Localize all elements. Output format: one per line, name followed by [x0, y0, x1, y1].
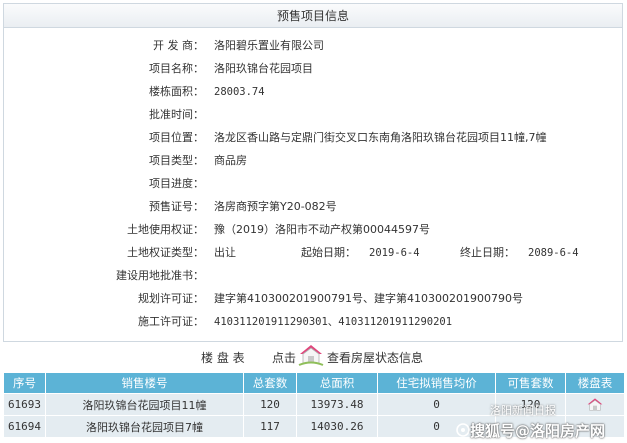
- field-label: 批准时间：: [149, 108, 204, 121]
- field-value: 28003.74: [214, 86, 265, 98]
- field-value: 建字第410300201900791号、建字第410300201900790号: [214, 292, 523, 305]
- col-header-serial: 序号: [3, 372, 46, 394]
- cell-total-area: 13973.48: [296, 393, 378, 416]
- col-header-total-area: 总面积: [296, 372, 378, 394]
- field-label: 项目类型：: [149, 154, 204, 167]
- field-project-name: 项目名称： 洛阳玖锦台花园项目: [4, 60, 622, 78]
- table-header-row: 序号 销售楼号 总套数 总面积 住宅拟销售均价 可售套数 楼盘表: [3, 372, 625, 394]
- field-value: 洛阳碧乐置业有限公司: [214, 39, 324, 52]
- field-label: 项目名称：: [149, 62, 204, 75]
- field-developer: 开 发 商： 洛阳碧乐置业有限公司: [4, 37, 622, 55]
- col-header-available: 可售套数: [495, 372, 566, 394]
- field-label: 建设用地批准书：: [116, 269, 204, 282]
- field-value: 洛房商预字第Y20-082号: [214, 200, 337, 213]
- house-table-title: 楼 盘 表: [201, 351, 245, 365]
- field-approval-time: 批准时间：: [4, 106, 622, 124]
- cell-total-units: 117: [243, 415, 297, 438]
- field-value: 出让: [214, 246, 236, 259]
- cell-serial: 61693: [3, 393, 46, 416]
- house-table-bar: 楼 盘 表 点击 查看房屋状态信息: [0, 342, 627, 370]
- start-date-value: 2019-6-4: [369, 247, 420, 259]
- panel-title: 预售项目信息: [4, 4, 622, 28]
- field-construction-permit: 施工许可证： 410311201911290301、41031120191129…: [4, 313, 622, 331]
- click-label: 点击: [272, 351, 297, 365]
- field-land-cert-type: 土地权证类型： 出让 起始日期： 2019-6-4 终止日期： 2089-6-4: [4, 244, 622, 262]
- view-status-link[interactable]: 查看房屋状态信息: [327, 349, 423, 366]
- house-icon[interactable]: [298, 343, 324, 367]
- watermark-main: 搜狐号@洛阳房产网: [470, 422, 606, 440]
- watermark-secondary: 洛阳新闻日报: [490, 404, 556, 417]
- end-date-label: 终止日期：: [460, 246, 515, 259]
- field-land-use-cert: 土地使用权证： 豫（2019）洛阳市不动产权第00044597号: [4, 221, 622, 239]
- col-header-avg-price: 住宅拟销售均价: [377, 372, 496, 394]
- cell-total-units: 120: [243, 393, 297, 416]
- field-land-approval: 建设用地批准书：: [4, 267, 622, 285]
- field-building-area: 楼栋面积： 28003.74: [4, 83, 622, 101]
- field-value: 商品房: [214, 154, 247, 167]
- field-value: 410311201911290301、410311201911290201: [214, 316, 453, 328]
- field-progress: 项目进度：: [4, 175, 622, 193]
- field-label: 土地使用权证：: [127, 223, 204, 236]
- col-header-house-table: 楼盘表: [565, 372, 625, 394]
- field-label: 预售证号：: [149, 200, 204, 213]
- cell-house-table[interactable]: [565, 393, 625, 416]
- field-label: 土地权证类型：: [127, 246, 204, 259]
- field-label: 项目位置：: [149, 131, 204, 144]
- start-date-label: 起始日期：: [301, 246, 356, 259]
- project-info-panel: 预售项目信息 开 发 商： 洛阳碧乐置业有限公司 项目名称： 洛阳玖锦台花园项目…: [3, 3, 623, 342]
- field-label: 规划许可证：: [138, 292, 204, 305]
- field-project-type: 项目类型： 商品房: [4, 152, 622, 170]
- field-planning-permit: 规划许可证： 建字第410300201900791号、建字第4103002019…: [4, 290, 622, 308]
- col-header-building: 销售楼号: [45, 372, 244, 394]
- cell-building: 洛阳玖锦台花园项目7幢: [45, 415, 244, 438]
- field-presale-cert: 预售证号： 洛房商预字第Y20-082号: [4, 198, 622, 216]
- cell-building: 洛阳玖锦台花园项目11幢: [45, 393, 244, 416]
- cell-total-area: 14030.26: [296, 415, 378, 438]
- field-label: 项目进度：: [149, 177, 204, 190]
- field-label: 楼栋面积：: [149, 85, 204, 98]
- cell-serial: 61694: [3, 415, 46, 438]
- field-value: 洛阳玖锦台花园项目: [214, 62, 313, 75]
- house-icon[interactable]: [586, 397, 604, 413]
- cell-avg-price: 0: [377, 393, 496, 416]
- field-value: 洛龙区香山路与定鼎门街交叉口东南角洛阳玖锦台花园项目11幢,7幢: [214, 131, 547, 144]
- field-value: 豫（2019）洛阳市不动产权第00044597号: [214, 223, 430, 236]
- field-label: 开 发 商：: [153, 39, 204, 52]
- sohu-logo-icon: [456, 423, 470, 437]
- end-date-value: 2089-6-4: [528, 247, 579, 259]
- field-label: 施工许可证：: [138, 315, 204, 328]
- col-header-total-units: 总套数: [243, 372, 297, 394]
- field-location: 项目位置： 洛龙区香山路与定鼎门街交叉口东南角洛阳玖锦台花园项目11幢,7幢: [4, 129, 622, 147]
